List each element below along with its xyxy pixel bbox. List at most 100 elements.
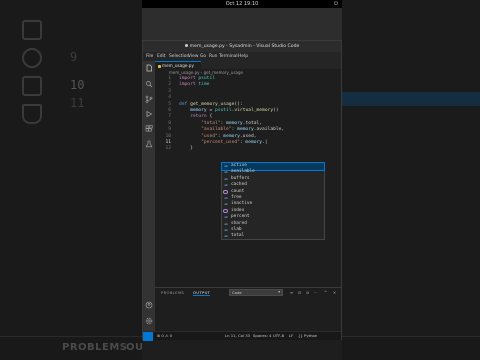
suggestion-label: percent [231,214,250,220]
suggestion-label: index [231,207,245,213]
menu-edit[interactable]: Edit [157,52,166,61]
code-line[interactable]: 2 import time [155,82,341,88]
suggestion-label: available [231,169,255,175]
system-indicators[interactable]: ⏻ [334,0,338,8]
clock[interactable]: Oct 12 19:10 [226,1,259,7]
background-output-label: OU [126,342,144,353]
chevron-down-icon: ▾ [278,290,280,294]
code-token: "used" [201,133,218,139]
menu-file[interactable]: File [146,52,153,61]
field-icon: ab [224,164,228,168]
output-channel-select[interactable]: Code ▾ [229,289,283,296]
menu-bar: File Edit Selection View Go Run Terminal… [143,52,341,61]
lock-icon[interactable]: ⊡ [297,290,302,295]
menu-help[interactable]: Help [238,52,248,61]
code-token: get_memory_usage [190,101,235,107]
line-number: 7 [168,114,171,120]
line-number: 5 [168,101,171,107]
menu-run[interactable]: Run [209,52,217,61]
line-text: return { [179,114,212,120]
close-panel-icon[interactable]: × [332,290,337,295]
code-token: .used, [239,133,257,139]
code-token: "total" [201,120,221,126]
menu-view[interactable]: View [188,52,198,61]
code-line[interactable]: 3 [155,89,341,95]
clear-output-icon[interactable]: ⊘ [305,290,310,295]
run-debug-icon[interactable] [145,110,153,118]
code-line[interactable]: 10 "used": memory.used, [155,134,341,140]
line-number: 4 [168,95,171,101]
suggestion-label: buffers [231,175,250,181]
extensions-icon[interactable] [145,125,153,133]
suggestion-label: count [231,188,245,194]
output-channel-value: Code [232,290,242,295]
remote-indicator[interactable] [143,332,153,341]
menu-go[interactable]: Go [200,52,206,61]
code-line[interactable]: 8 "total": memory.total, [155,121,341,127]
list-filter-icon[interactable]: ≡ [289,290,294,295]
code-token: = [206,108,215,113]
account-icon[interactable] [145,301,153,309]
suggestion-label: free [231,195,242,200]
line-text: "available": memory.available, [179,127,284,133]
suggestion-label: shared [231,220,247,226]
vscode-window: mem_usage.py - Sysadmin - Visual Studio … [142,40,342,341]
code-line[interactable]: 7 return { [155,114,341,120]
code-token: time [198,82,210,88]
code-token: .available, [253,127,285,133]
code-token: memory [245,140,263,145]
code-token: memory [190,108,207,113]
code-line[interactable]: 9 "available": memory.available, [155,127,341,133]
suggestion-label: slab [231,227,242,232]
status-bar: ⊗ 0 ⚠ 0 Ln 11, Col 33 Spaces: 4 UTF-8 LF… [143,331,341,341]
more-actions-icon[interactable]: ⋯ [313,290,318,295]
source-control-icon[interactable] [145,95,153,103]
code-token: psutil [198,76,215,81]
explorer-icon[interactable] [145,64,153,72]
field-icon: ab [224,183,228,188]
settings-gear-icon[interactable] [145,317,153,325]
tab-output[interactable]: OUTPUT [193,290,211,296]
code-line[interactable]: 12 } [155,146,341,152]
tab-mem-usage[interactable]: mem_usage.py [155,61,201,69]
activity-bar [143,61,155,331]
line-number: 10 [165,133,171,139]
menu-terminal[interactable]: Terminal [219,52,238,61]
menu-selection[interactable]: Selection [169,52,189,61]
desktop-background [142,8,342,40]
status-cursor-position[interactable]: Ln 11, Col 33 [225,332,250,340]
background-extensions-icon [22,76,42,96]
code-token: psutil [215,108,232,113]
tab-problems[interactable]: PROBLEMS [161,290,184,295]
line-text: "used": memory.used, [179,133,257,140]
status-encoding[interactable]: UTF-8 [273,332,284,340]
screen-capture: Oct 12 19:10 ⏻ mem_usage.py - Sysadmin -… [142,0,342,360]
line-number: 3 [168,88,171,94]
method-icon [223,208,228,214]
status-language[interactable]: {} Python [298,332,317,340]
code-token: .| [262,140,268,145]
maximize-panel-icon[interactable]: ^ [323,290,328,295]
status-problems[interactable]: ⊗ 0 ⚠ 0 [157,332,172,340]
search-icon[interactable] [145,80,153,88]
suggestion-widget[interactable]: ab active ab available ab buffers ab cached coun… [221,162,325,240]
suggestion-item[interactable]: ab total [222,233,324,240]
status-indentation[interactable]: Spaces: 4 [253,332,271,340]
code-token: } [179,146,193,152]
code-line[interactable]: 4 [155,95,341,101]
breadcrumb[interactable]: mem_usage.py › get_memory_usage [155,69,341,76]
code-token: "percent_used" [201,140,240,145]
python-file-icon [158,64,161,68]
code-line[interactable]: 5 def get_memory_usage(): [155,102,341,108]
background-editor-left: 9 10 11 [0,0,142,360]
background-files-icon [22,20,42,40]
background-line-number: 10 [70,78,85,92]
background-editor-right [342,0,480,360]
background-flask-icon [22,104,42,124]
editor-area[interactable]: mem_usage.py mem_usage.py › get_memory_u… [155,61,341,287]
status-eol[interactable]: LF [289,332,293,340]
testing-flask-icon[interactable] [145,140,153,148]
